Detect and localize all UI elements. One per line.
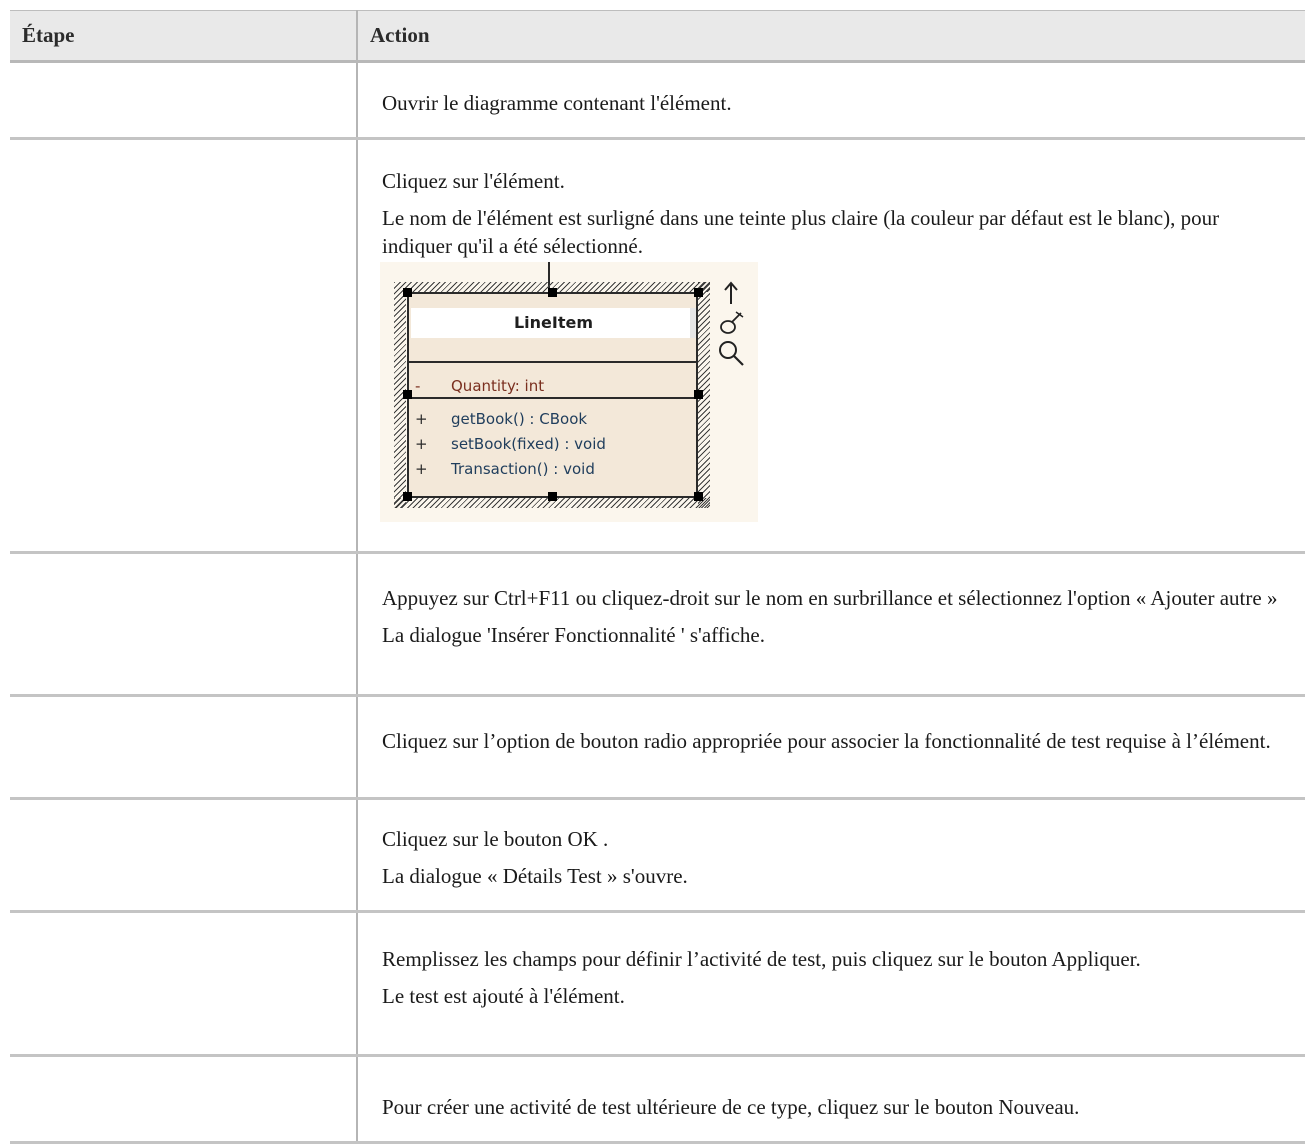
resize-handle[interactable] [694, 288, 703, 297]
magnifier-icon[interactable] [716, 338, 746, 368]
step-cell [10, 798, 358, 913]
uml-class-box[interactable]: LineItem - Quantity: int + getBook() : CBo… [407, 292, 698, 498]
action-line: Cliquez sur l’option de bouton radio app… [382, 729, 1271, 753]
action-cell: Cliquez sur l'élément. Le nom de l'éléme… [357, 138, 1305, 554]
class-attribute: - Quantity: int [415, 377, 544, 395]
operation-text: Transaction() : void [451, 460, 595, 478]
action-line: La dialogue 'Insérer Fonctionnalité ' s'… [382, 623, 765, 647]
operation-text: getBook() : CBook [451, 410, 588, 428]
table-header-row: Étape Action [10, 10, 1305, 63]
resize-handle[interactable] [548, 288, 557, 297]
action-line: Le nom de l'élément est surligné dans un… [382, 206, 1220, 258]
table-row: Cliquez sur l'élément. Le nom de l'éléme… [10, 138, 1305, 554]
table-row: Cliquez sur l’option de bouton radio app… [10, 695, 1305, 800]
header-action: Action [357, 10, 1305, 63]
action-line: Le test est ajouté à l'élément. [382, 984, 625, 1008]
resize-handle[interactable] [403, 390, 412, 399]
table-row: Ouvrir le diagramme contenant l'élément. [10, 61, 1305, 140]
attribute-text: Quantity: int [451, 377, 545, 395]
step-cell [10, 695, 358, 800]
action-cell: Appuyez sur Ctrl+F11 ou cliquez-droit su… [357, 552, 1305, 697]
resize-handle[interactable] [694, 390, 703, 399]
class-name: LineItem [513, 313, 594, 332]
step-cell [10, 61, 358, 140]
class-divider-bottom [409, 397, 696, 399]
action-line: Remplissez les champs pour définir l’act… [382, 947, 1141, 971]
step-cell [10, 138, 358, 554]
class-operation: + getBook() : CBook [415, 410, 587, 428]
uml-class-figure: LineItem - Quantity: int + getBook() : CBo… [380, 262, 758, 522]
resize-handle[interactable] [694, 492, 703, 501]
table-row: Pour créer une activité de test ultérieu… [10, 1055, 1305, 1144]
name-band-shade [690, 308, 696, 338]
action-cell: Cliquez sur le bouton OK . La dialogue «… [357, 798, 1305, 913]
operation-visibility: + [415, 460, 428, 478]
header-step: Étape [10, 10, 358, 63]
step-cell [10, 552, 358, 697]
operation-visibility: + [415, 435, 428, 453]
action-cell: Ouvrir le diagramme contenant l'élément. [357, 61, 1305, 140]
table-row: Cliquez sur le bouton OK . La dialogue «… [10, 798, 1305, 913]
steps-table: Étape Action Ouvrir le diagramme contena… [10, 10, 1305, 1144]
table-row: Appuyez sur Ctrl+F11 ou cliquez-droit su… [10, 552, 1305, 697]
class-operation: + setBook(fixed) : void [415, 435, 606, 453]
class-divider-top [409, 361, 696, 363]
paint-brush-icon[interactable] [716, 308, 746, 338]
action-line: Pour créer une activité de test ultérieu… [382, 1095, 1080, 1119]
operation-text: setBook(fixed) : void [451, 435, 606, 453]
attribute-visibility: - [415, 377, 421, 395]
action-line: Ouvrir le diagramme contenant l'élément. [382, 91, 732, 115]
action-line: Appuyez sur Ctrl+F11 ou cliquez-droit su… [382, 586, 1278, 610]
action-line: Cliquez sur l'élément. [382, 169, 565, 193]
table-row: Remplissez les champs pour définir l’act… [10, 911, 1305, 1057]
action-cell: Remplissez les champs pour définir l’act… [357, 911, 1305, 1057]
step-cell [10, 1055, 358, 1144]
operation-visibility: + [415, 410, 428, 428]
action-line: Cliquez sur le bouton OK . [382, 827, 609, 851]
class-name-band: LineItem [411, 308, 696, 338]
action-cell: Cliquez sur l’option de bouton radio app… [357, 695, 1305, 800]
step-cell [10, 911, 358, 1057]
action-line: La dialogue « Détails Test » s'ouvre. [382, 864, 688, 888]
resize-handle[interactable] [403, 492, 412, 501]
action-cell: Pour créer une activité de test ultérieu… [357, 1055, 1305, 1144]
arrow-up-icon[interactable] [716, 278, 746, 308]
resize-handle[interactable] [403, 288, 412, 297]
class-operation: + Transaction() : void [415, 460, 595, 478]
resize-handle[interactable] [548, 492, 557, 501]
